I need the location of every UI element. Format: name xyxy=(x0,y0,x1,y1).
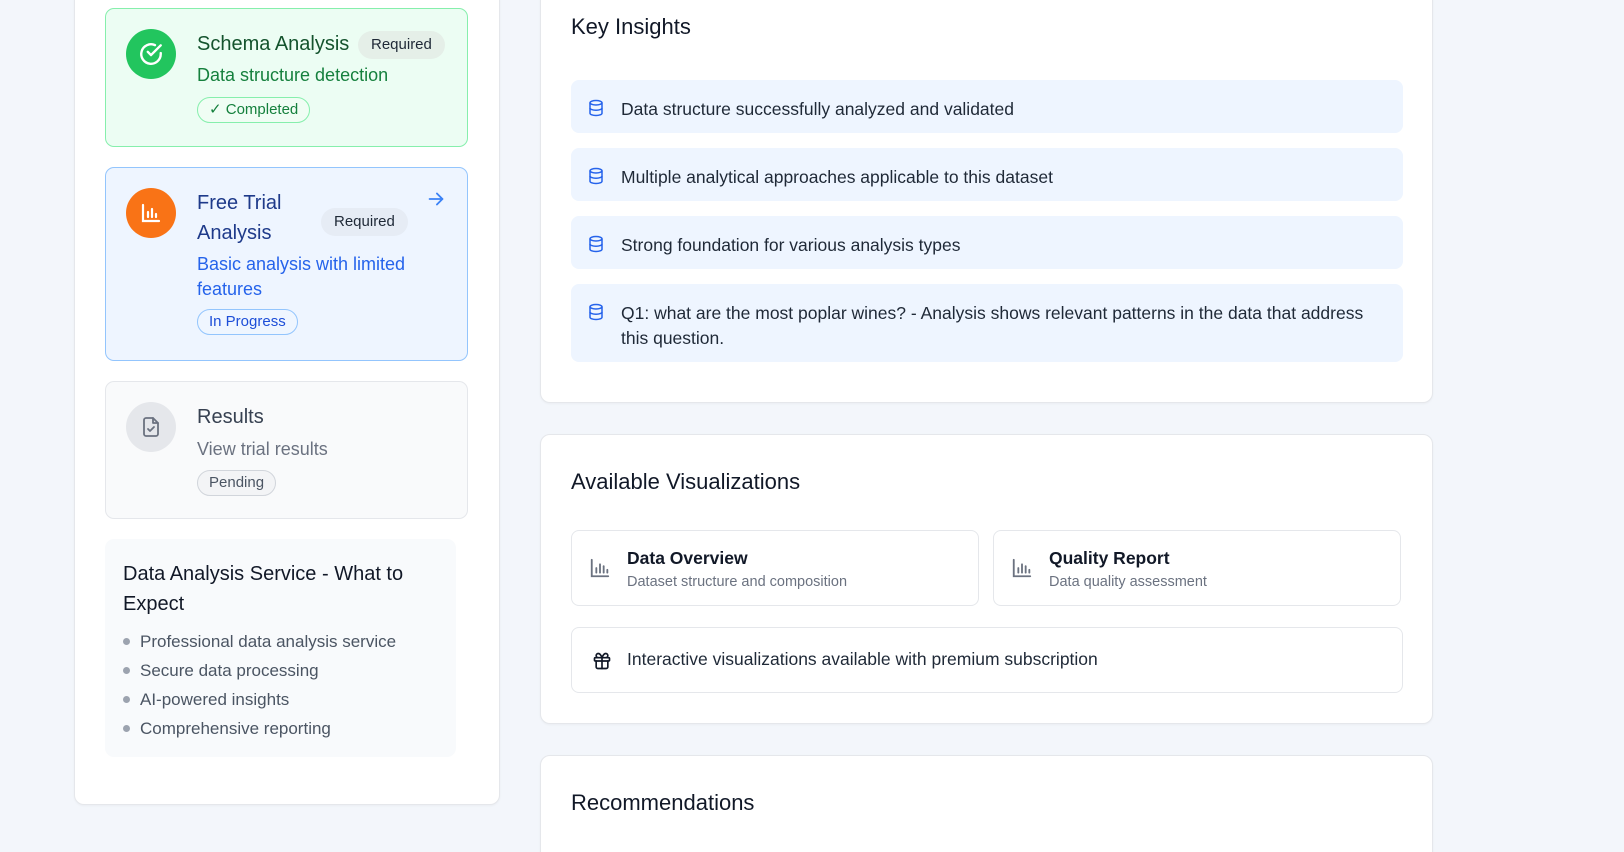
service-info-box: Data Analysis Service - What to Expect P… xyxy=(105,539,456,757)
step-title: Free Trial Analysis xyxy=(197,192,282,244)
tile-title: Data Overview xyxy=(627,548,748,568)
bar-chart-icon xyxy=(1011,557,1033,584)
bullet-icon xyxy=(123,696,130,703)
database-icon xyxy=(587,166,605,191)
card-title: Available Visualizations xyxy=(571,469,801,494)
insight-text: Multiple analytical approaches applicabl… xyxy=(621,167,1053,187)
status-badge: ✓ Completed xyxy=(197,97,311,123)
insight-item: Q1: what are the most poplar wines? - An… xyxy=(571,284,1403,362)
step-title: Results xyxy=(197,406,264,428)
gift-icon xyxy=(592,651,612,676)
card-title: Key Insights xyxy=(571,14,691,39)
bar-chart-icon xyxy=(589,557,611,584)
database-icon xyxy=(587,234,605,259)
bullet-icon xyxy=(123,638,130,645)
premium-note[interactable]: Interactive visualizations available wit… xyxy=(571,627,1403,693)
list-item: Professional data analysis service xyxy=(123,627,396,656)
list-item: Comprehensive reporting xyxy=(123,714,396,743)
list-item: AI-powered insights xyxy=(123,685,396,714)
file-check-icon xyxy=(126,402,176,452)
key-insights-card: Key Insights Data structure successfully… xyxy=(540,0,1433,403)
tile-subtitle: Data quality assessment xyxy=(1049,574,1207,590)
insight-item: Data structure successfully analyzed and… xyxy=(571,80,1403,133)
bullet-icon xyxy=(123,667,130,674)
list-item: Secure data processing xyxy=(123,656,396,685)
step-schema-analysis[interactable]: Schema Analysis Required Data structure … xyxy=(105,8,468,147)
step-description: Basic analysis with limited features xyxy=(197,254,406,299)
visualizations-card: Available Visualizations Data Overview D… xyxy=(540,434,1433,724)
info-list: Professional data analysis service Secur… xyxy=(123,627,396,743)
insight-text: Data structure successfully analyzed and… xyxy=(621,99,1014,119)
required-badge: Required xyxy=(321,208,408,236)
info-title: Data Analysis Service - What to Expect xyxy=(123,563,404,615)
status-badge: In Progress xyxy=(197,309,298,335)
bullet-icon xyxy=(123,725,130,732)
insight-item: Strong foundation for various analysis t… xyxy=(571,216,1403,269)
bar-chart-icon xyxy=(126,188,176,238)
step-results[interactable]: Results View trial results Pending xyxy=(105,381,468,519)
step-free-trial-analysis[interactable]: Free Trial Analysis Required Basic analy… xyxy=(105,167,468,361)
viz-tile-data-overview[interactable]: Data Overview Dataset structure and comp… xyxy=(571,530,979,606)
list-item-text: Comprehensive reporting xyxy=(140,719,331,738)
card-title: Recommendations xyxy=(571,790,755,815)
insight-text: Strong foundation for various analysis t… xyxy=(621,235,961,255)
status-badge: Pending xyxy=(197,470,277,496)
workflow-panel: Schema Analysis Required Data structure … xyxy=(74,0,500,805)
recommendations-card: Recommendations xyxy=(540,755,1433,852)
premium-note-text: Interactive visualizations available wit… xyxy=(627,649,1098,669)
insight-text: Q1: what are the most poplar wines? - An… xyxy=(621,303,1364,348)
list-item-text: AI-powered insights xyxy=(140,690,290,709)
required-badge: Required xyxy=(358,31,445,59)
step-title: Schema Analysis xyxy=(197,33,350,55)
list-item-text: Professional data analysis service xyxy=(140,632,397,651)
step-description: Data structure detection xyxy=(197,65,389,85)
step-description: View trial results xyxy=(197,439,328,459)
database-icon xyxy=(587,98,605,123)
tile-title: Quality Report xyxy=(1049,548,1170,568)
viz-tile-quality-report[interactable]: Quality Report Data quality assessment xyxy=(993,530,1401,606)
list-item-text: Secure data processing xyxy=(140,661,319,680)
insight-item: Multiple analytical approaches applicabl… xyxy=(571,148,1403,201)
arrow-right-icon[interactable] xyxy=(425,188,447,215)
tile-subtitle: Dataset structure and composition xyxy=(627,574,848,590)
database-icon xyxy=(587,302,605,327)
check-circle-icon xyxy=(126,29,176,79)
